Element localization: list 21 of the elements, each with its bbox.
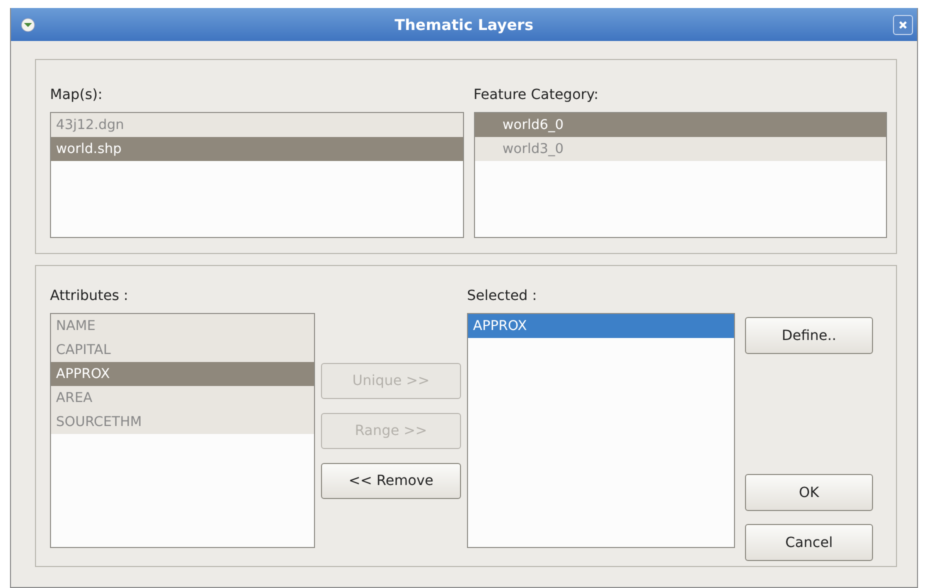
list-label: Feature Category: bbox=[474, 87, 600, 104]
button[interactable]: OK bbox=[745, 474, 873, 511]
list-item[interactable]: CAPITAL bbox=[51, 338, 314, 362]
window-title: Thematic Layers bbox=[394, 16, 534, 34]
list-item[interactable]: world6_0 bbox=[474, 113, 886, 137]
list-item[interactable]: NAME bbox=[51, 314, 314, 338]
list-item[interactable]: AREA bbox=[51, 386, 314, 410]
button[interactable]: << Remove bbox=[321, 463, 461, 499]
close-button[interactable] bbox=[893, 14, 913, 34]
button[interactable]: Cancel bbox=[745, 524, 873, 561]
list-item[interactable]: world.shp bbox=[51, 137, 462, 161]
list-label: Selected : bbox=[467, 288, 538, 305]
list-item[interactable]: 43j12.dgn bbox=[51, 113, 462, 137]
close-icon bbox=[898, 20, 908, 30]
list-label: Map(s): bbox=[50, 87, 104, 104]
button[interactable]: Define.. bbox=[745, 317, 873, 354]
list-item[interactable]: APPROX bbox=[468, 314, 734, 338]
list-label: Attributes : bbox=[50, 288, 130, 305]
list-item[interactable]: SOURCETHM bbox=[51, 410, 314, 434]
list-item[interactable]: world3_0 bbox=[474, 137, 886, 161]
list-item[interactable]: APPROX bbox=[51, 362, 314, 386]
